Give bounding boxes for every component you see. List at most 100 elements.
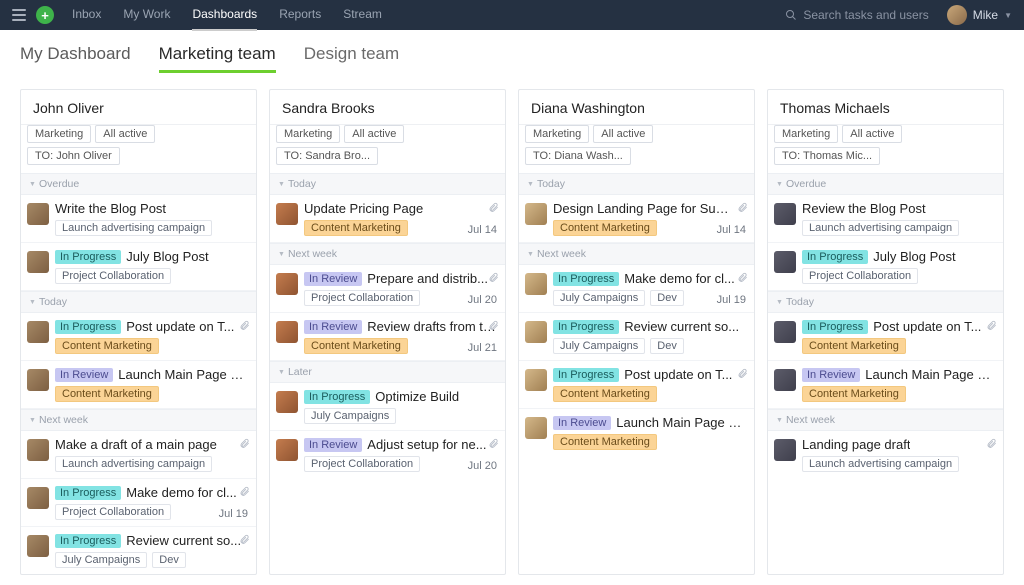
attachment-icon[interactable]: [239, 437, 250, 453]
section-header[interactable]: ▼Today: [270, 173, 505, 195]
tag[interactable]: Launch advertising campaign: [55, 456, 212, 472]
task-card[interactable]: In ProgressOptimize BuildJuly Campaigns: [270, 383, 505, 431]
task-card[interactable]: In ProgressMake demo for cl...Project Co…: [21, 479, 256, 527]
filter-chip[interactable]: All active: [842, 125, 902, 143]
tag[interactable]: Project Collaboration: [802, 268, 918, 284]
attachment-icon[interactable]: [737, 201, 748, 217]
section-header[interactable]: ▼Next week: [768, 409, 1003, 431]
attachment-icon[interactable]: [737, 367, 748, 383]
tag[interactable]: Content Marketing: [553, 220, 657, 236]
tag[interactable]: Launch advertising campaign: [55, 220, 212, 236]
attachment-icon[interactable]: [986, 437, 997, 453]
task-card[interactable]: Make a draft of a main pageLaunch advert…: [21, 431, 256, 479]
task-card[interactable]: In ProgressReview current so...July Camp…: [21, 527, 256, 574]
tag[interactable]: Dev: [650, 338, 684, 354]
section-header[interactable]: ▼Overdue: [768, 173, 1003, 195]
attachment-icon[interactable]: [737, 271, 748, 287]
task-card[interactable]: In ReviewAdjust setup for ne...Project C…: [270, 431, 505, 478]
filter-chip[interactable]: All active: [593, 125, 653, 143]
task-card[interactable]: Design Landing Page for Sum...Content Ma…: [519, 195, 754, 243]
nav-item-stream[interactable]: Stream: [343, 0, 382, 31]
tag[interactable]: July Campaigns: [304, 408, 396, 424]
section-header[interactable]: ▼Overdue: [21, 173, 256, 195]
task-card[interactable]: In ReviewLaunch Main Page Ex...Content M…: [519, 409, 754, 456]
attachment-icon[interactable]: [488, 201, 499, 217]
task-title: Post update on T...: [624, 367, 732, 382]
nav-item-my-work[interactable]: My Work: [123, 0, 170, 31]
attachment-icon[interactable]: [986, 319, 997, 335]
caret-icon: ▼: [29, 417, 36, 424]
tag[interactable]: July Campaigns: [553, 338, 645, 354]
tag[interactable]: Launch advertising campaign: [802, 220, 959, 236]
section-header[interactable]: ▼Next week: [21, 409, 256, 431]
task-card[interactable]: In ProgressPost update on T...Content Ma…: [768, 313, 1003, 361]
status-badge: In Progress: [553, 368, 619, 382]
nav-item-inbox[interactable]: Inbox: [72, 0, 101, 31]
search-input[interactable]: Search tasks and users: [785, 8, 928, 22]
tag[interactable]: Content Marketing: [802, 338, 906, 354]
section-header[interactable]: ▼Today: [768, 291, 1003, 313]
task-card[interactable]: In Progress Post update on T... Content Ma…: [519, 361, 754, 409]
dashboard-tab[interactable]: Marketing team: [159, 44, 276, 73]
filter-chip[interactable]: Marketing: [276, 125, 340, 143]
task-card[interactable]: In ReviewLaunch Main Page Ex...Content M…: [768, 361, 1003, 409]
section-header[interactable]: ▼Next week: [270, 243, 505, 265]
tag[interactable]: Project Collaboration: [304, 290, 420, 306]
tag[interactable]: Dev: [152, 552, 186, 568]
attachment-icon[interactable]: [239, 319, 250, 335]
nav-item-reports[interactable]: Reports: [279, 0, 321, 31]
attachment-icon[interactable]: [239, 485, 250, 501]
section-header[interactable]: ▼Today: [519, 173, 754, 195]
filter-chip[interactable]: TO: Thomas Mic...: [774, 147, 880, 165]
tag[interactable]: Content Marketing: [55, 338, 159, 354]
tag[interactable]: Dev: [650, 290, 684, 306]
filter-chip[interactable]: Marketing: [27, 125, 91, 143]
tag[interactable]: July Campaigns: [553, 290, 645, 306]
attachment-icon[interactable]: [488, 437, 499, 453]
tag[interactable]: Content Marketing: [802, 386, 906, 402]
filter-chips: MarketingAll active TO: Diana Wash...: [519, 125, 754, 173]
tag[interactable]: Project Collaboration: [55, 504, 171, 520]
attachment-icon[interactable]: [488, 271, 499, 287]
section-header[interactable]: ▼Next week: [519, 243, 754, 265]
task-card[interactable]: In ProgressJuly Blog PostProject Collabo…: [768, 243, 1003, 291]
attachment-icon[interactable]: [239, 533, 250, 549]
task-card[interactable]: In ProgressJuly Blog PostProject Collabo…: [21, 243, 256, 291]
filter-chip[interactable]: TO: Diana Wash...: [525, 147, 631, 165]
filter-chip[interactable]: Marketing: [525, 125, 589, 143]
task-card[interactable]: Write the Blog PostLaunch advertising ca…: [21, 195, 256, 243]
section-header[interactable]: ▼Later: [270, 361, 505, 383]
tag[interactable]: Project Collaboration: [304, 456, 420, 472]
task-card[interactable]: Landing page draftLaunch advertising cam…: [768, 431, 1003, 478]
task-card[interactable]: In ProgressMake demo for cl...July Campa…: [519, 265, 754, 313]
tag[interactable]: Launch advertising campaign: [802, 456, 959, 472]
tag[interactable]: July Campaigns: [55, 552, 147, 568]
nav-item-dashboards[interactable]: Dashboards: [192, 0, 257, 31]
tag[interactable]: Content Marketing: [55, 386, 159, 402]
section-header[interactable]: ▼Today: [21, 291, 256, 313]
dashboard-tab[interactable]: Design team: [304, 44, 399, 73]
tag[interactable]: Content Marketing: [553, 386, 657, 402]
dashboard-tab[interactable]: My Dashboard: [20, 44, 131, 73]
task-card[interactable]: In ReviewLaunch Main Page Ex...Content M…: [21, 361, 256, 409]
user-menu[interactable]: Mike ▼: [947, 5, 1012, 25]
task-card[interactable]: In ReviewPrepare and distrib...Project C…: [270, 265, 505, 313]
filter-chip[interactable]: Marketing: [774, 125, 838, 143]
avatar: [947, 5, 967, 25]
filter-chip[interactable]: TO: John Oliver: [27, 147, 120, 165]
filter-chip[interactable]: TO: Sandra Bro...: [276, 147, 378, 165]
tag[interactable]: Project Collaboration: [55, 268, 171, 284]
tag[interactable]: Content Marketing: [553, 434, 657, 450]
task-card[interactable]: Review the Blog PostLaunch advertising c…: [768, 195, 1003, 243]
filter-chip[interactable]: All active: [344, 125, 404, 143]
add-button[interactable]: +: [36, 6, 54, 24]
task-card[interactable]: In ReviewReview drafts from th...Content…: [270, 313, 505, 361]
task-card[interactable]: Update Pricing PageContent MarketingJul …: [270, 195, 505, 243]
hamburger-icon[interactable]: [12, 9, 26, 21]
tag[interactable]: Content Marketing: [304, 338, 408, 354]
tag[interactable]: Content Marketing: [304, 220, 408, 236]
task-card[interactable]: In ProgressReview current so...July Camp…: [519, 313, 754, 361]
attachment-icon[interactable]: [488, 319, 499, 335]
task-card[interactable]: In ProgressPost update on T...Content Ma…: [21, 313, 256, 361]
filter-chip[interactable]: All active: [95, 125, 155, 143]
